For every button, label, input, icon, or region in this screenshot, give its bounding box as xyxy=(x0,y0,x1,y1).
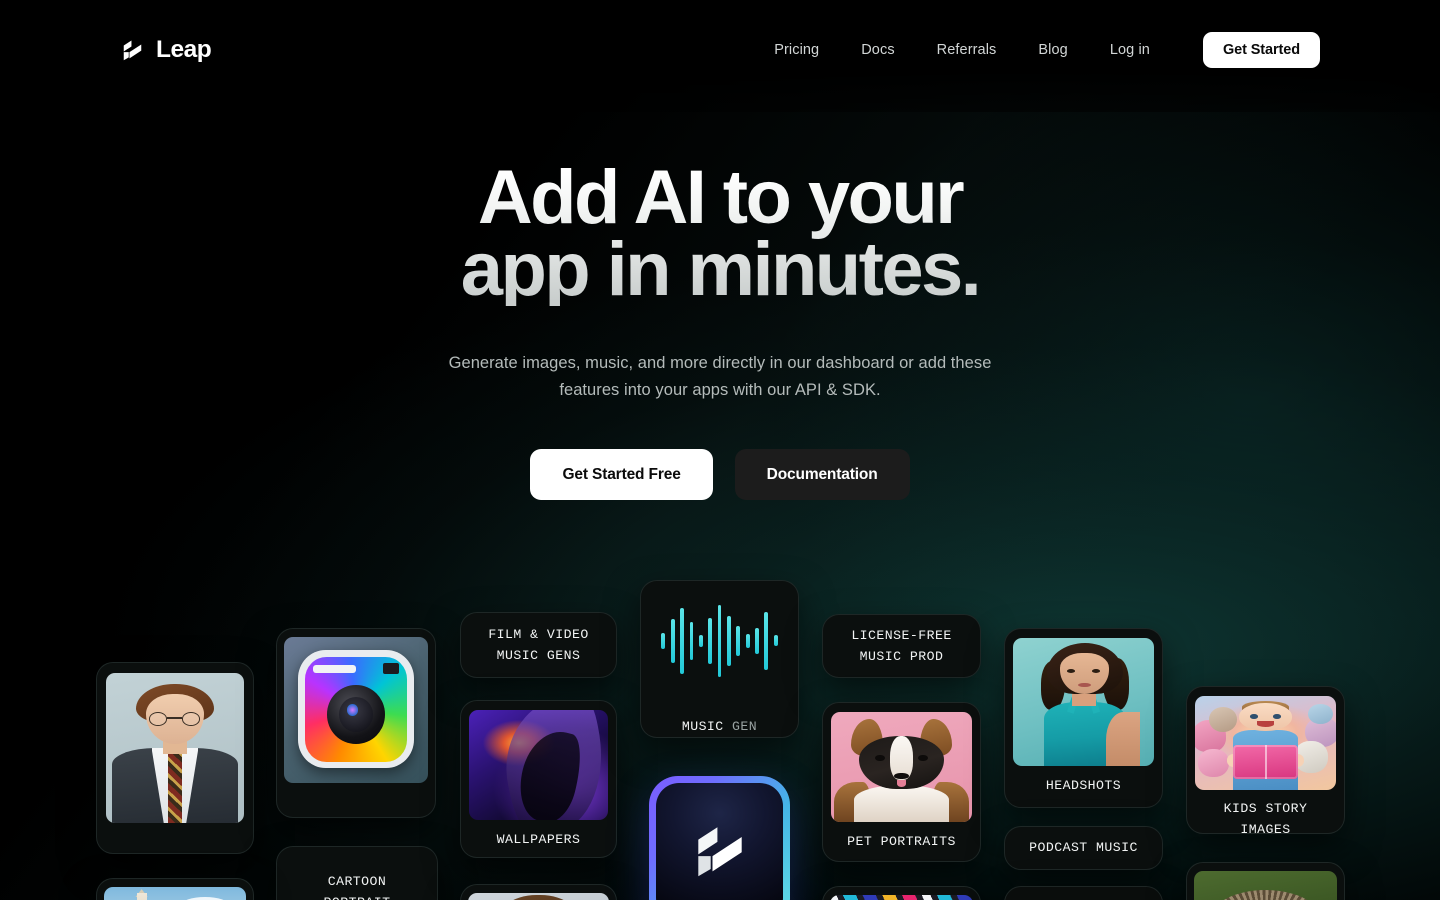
card-icon-gen-label: ICON GEN xyxy=(323,793,390,817)
card-music-gen-label: MUSIC GEN xyxy=(681,718,758,734)
avatar-gen-thumbnail xyxy=(106,673,244,823)
icon-gen-thumbnail xyxy=(284,637,428,783)
hero-subtitle: Generate images, music, and more directl… xyxy=(448,353,992,399)
hero-heading-line-2: app in minutes. xyxy=(460,226,980,312)
animal-thumbnail xyxy=(1194,871,1337,900)
card-license-free-music-prod-label: LICENSE-FREE MUSIC PROD xyxy=(851,627,952,664)
nav-link-login[interactable]: Log in xyxy=(1089,34,1171,66)
landscape-thumbnail xyxy=(104,887,246,900)
get-started-button[interactable]: Get Started xyxy=(1202,32,1320,68)
card-leap-app-icon[interactable] xyxy=(649,776,790,900)
documentation-button[interactable]: Documentation xyxy=(734,449,910,501)
card-avatar-gen[interactable]: AVATAR GEN xyxy=(96,662,254,854)
card-kids-story-images-label: KIDS STORY IMAGES xyxy=(1223,801,1308,834)
card-landscape-partial[interactable] xyxy=(96,878,254,900)
card-cartoon-portrait[interactable]: CARTOON PORTRAIT xyxy=(276,846,438,900)
card-stripes-partial[interactable] xyxy=(822,886,981,900)
pet-portraits-thumbnail xyxy=(831,712,972,822)
card-portrait-partial[interactable] xyxy=(460,884,617,900)
stripes-thumbnail xyxy=(830,895,973,900)
hero-cta-row: Get Started Free Documentation xyxy=(0,449,1440,501)
card-podcast-music[interactable]: PODCAST MUSIC xyxy=(1004,826,1163,870)
primary-navigation: Pricing Docs Referrals Blog Log in Get S… xyxy=(753,32,1320,68)
site-header: Leap Pricing Docs Referrals Blog Log in … xyxy=(0,0,1440,100)
card-headshots-label: HEADSHOTS xyxy=(1045,778,1122,793)
nav-link-pricing[interactable]: Pricing xyxy=(753,34,840,66)
headshots-thumbnail xyxy=(1013,638,1154,766)
card-placeholder-partial[interactable] xyxy=(1004,886,1163,900)
brand-logo[interactable]: Leap xyxy=(120,36,212,64)
card-pet-portraits[interactable]: PET PORTRAITS xyxy=(822,702,981,862)
hero-heading: Add AI to your app in minutes. xyxy=(0,162,1440,306)
leap-cube-icon xyxy=(123,40,142,60)
card-avatar-gen-label: AVATAR GEN xyxy=(133,832,217,853)
hero-section: Add AI to your app in minutes. Generate … xyxy=(0,100,1440,501)
kids-story-thumbnail xyxy=(1195,696,1336,790)
card-headshots[interactable]: HEADSHOTS xyxy=(1004,628,1163,808)
nav-link-blog[interactable]: Blog xyxy=(1017,34,1088,66)
card-kids-story-images[interactable]: KIDS STORY IMAGES xyxy=(1186,686,1345,834)
wallpapers-thumbnail xyxy=(469,710,608,820)
card-film-video-music-gens-label: FILM & VIDEO MUSIC GENS xyxy=(488,626,589,663)
card-wallpapers-label: WALLPAPERS xyxy=(496,832,581,847)
card-cartoon-portrait-label: CARTOON PORTRAIT xyxy=(324,873,390,900)
card-pet-portraits-label: PET PORTRAITS xyxy=(847,834,956,849)
card-license-free-music-prod[interactable]: LICENSE-FREE MUSIC PROD xyxy=(822,614,981,678)
music-waveform-icon xyxy=(661,599,778,683)
nav-link-docs[interactable]: Docs xyxy=(840,34,915,66)
card-music-gen[interactable]: MUSIC GEN xyxy=(640,580,799,738)
portrait-partial-thumbnail xyxy=(468,893,609,900)
card-film-video-music-gens[interactable]: FILM & VIDEO MUSIC GENS xyxy=(460,612,617,678)
card-icon-gen[interactable]: ICON GEN xyxy=(276,628,436,818)
card-wallpapers[interactable]: WALLPAPERS xyxy=(460,700,617,858)
card-podcast-music-label: PODCAST MUSIC xyxy=(1029,840,1138,856)
card-animal-partial[interactable] xyxy=(1186,862,1345,900)
brand-name: Leap xyxy=(156,36,212,63)
nav-link-referrals[interactable]: Referrals xyxy=(916,34,1018,66)
leap-cube-icon-large xyxy=(697,827,742,877)
get-started-free-button[interactable]: Get Started Free xyxy=(530,449,713,501)
leap-app-icon-inner xyxy=(656,783,783,900)
